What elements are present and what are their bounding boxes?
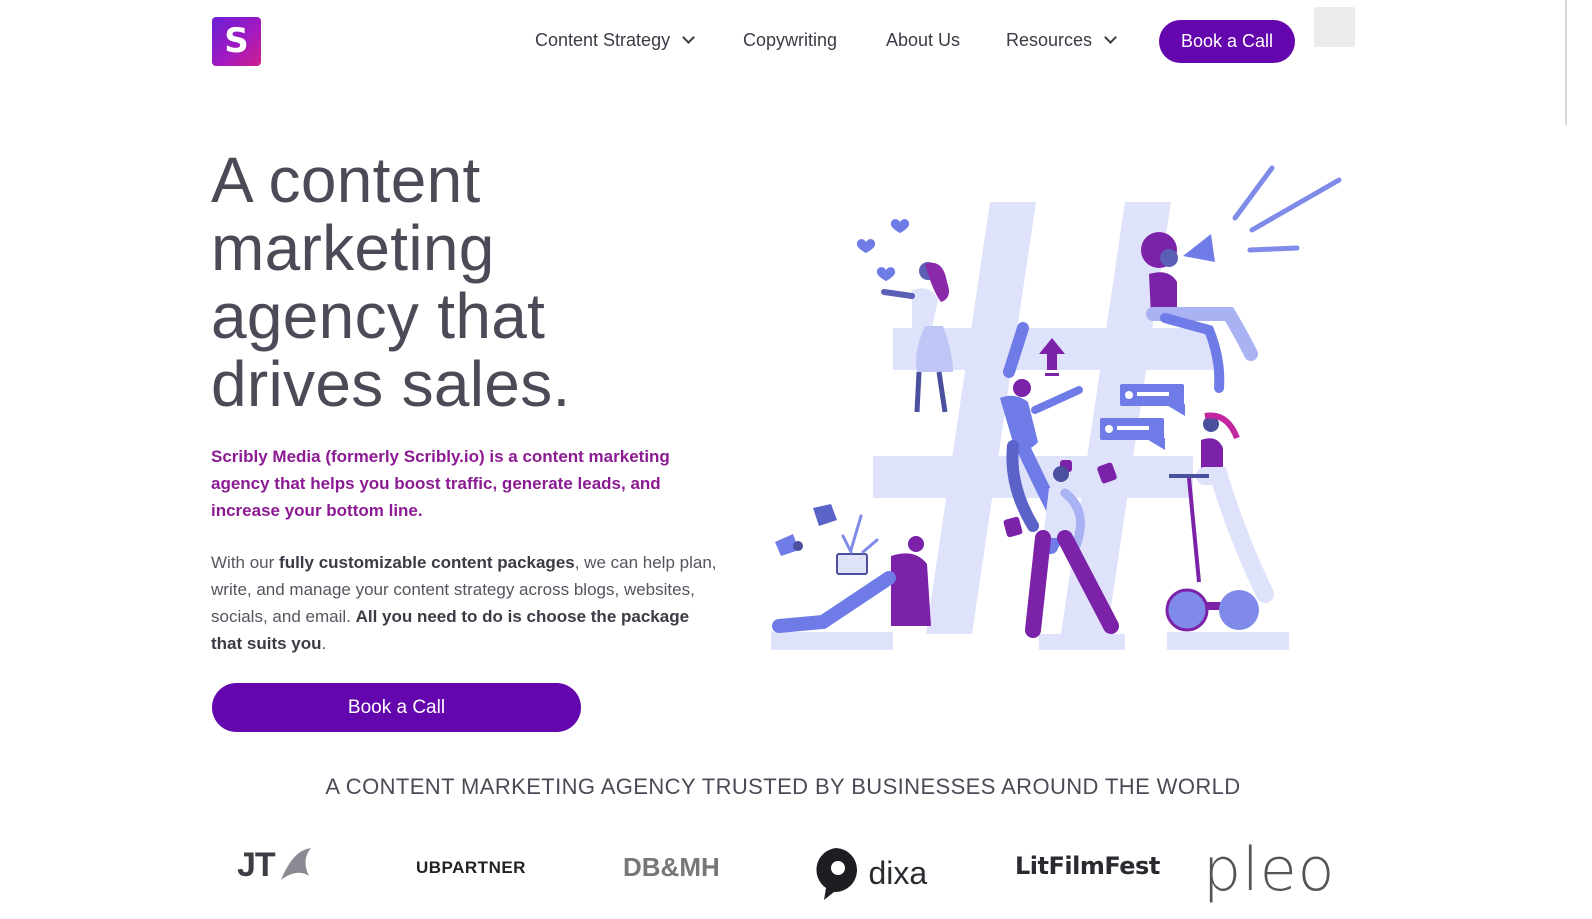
main-nav: Content Strategy Copywriting About Us Re… — [0, 0, 1592, 84]
client-logo-ubpartner: UBPARTNER — [416, 858, 526, 877]
trusted-heading: A CONTENT MARKETING AGENCY TRUSTED BY BU… — [325, 774, 1241, 799]
hero-book-call-button[interactable]: Book a Call — [212, 683, 581, 732]
hero-title: A content marketing agency that drives s… — [211, 146, 731, 418]
client-logo-jt: JT — [237, 846, 315, 885]
chevron-down-icon — [1104, 31, 1117, 44]
nav-label: About Us — [886, 30, 961, 50]
scrollbar[interactable] — [1565, 0, 1567, 125]
nav-resources[interactable]: Resources — [1006, 30, 1117, 51]
chevron-down-icon — [682, 31, 695, 44]
client-logo-text: JT — [237, 846, 276, 884]
nav-copywriting[interactable]: Copywriting — [743, 30, 837, 51]
hero-title-line: agency that — [211, 280, 546, 352]
nav-about-us[interactable]: About Us — [886, 30, 960, 51]
nav-label: Content Strategy — [535, 30, 671, 50]
nav-label: Copywriting — [743, 30, 838, 50]
hero-title-line: drives sales. — [211, 348, 571, 420]
client-logo-dixa: dixa — [812, 846, 927, 900]
person-laptop — [772, 504, 931, 633]
nav-label: Resources — [1006, 30, 1093, 50]
menu-placeholder-button[interactable] — [1314, 7, 1355, 47]
dixa-mark-icon — [816, 848, 858, 900]
body-text-bold: fully customizable content packages — [279, 553, 575, 572]
hero-illustration — [771, 165, 1342, 650]
header-book-call-button[interactable]: Book a Call — [1159, 20, 1295, 63]
client-logo-text: dixa — [868, 854, 928, 891]
jt-swoosh-icon — [281, 848, 312, 880]
body-text-part: With our — [211, 553, 280, 572]
client-logos: JT UBPARTNER DB&MH dixa LitFilmFest pleo — [0, 830, 1566, 919]
body-text-part: . — [321, 634, 327, 653]
person-scooter — [1165, 412, 1274, 632]
hero-lead-text: Scribly Media (formerly Scribly.io) is a… — [211, 447, 670, 520]
hero-body-text: With our fully customizable content pack… — [211, 549, 721, 657]
nav-content-strategy[interactable]: Content Strategy — [535, 30, 695, 51]
client-logo-litfilmfest: LitFilmFest — [1015, 852, 1160, 880]
hero-title-line: A content — [211, 144, 481, 216]
hero-title-line: marketing — [211, 212, 495, 284]
client-logo-dbmh: DB&MH — [623, 852, 720, 882]
client-logo-pleo: pleo — [1203, 835, 1336, 905]
